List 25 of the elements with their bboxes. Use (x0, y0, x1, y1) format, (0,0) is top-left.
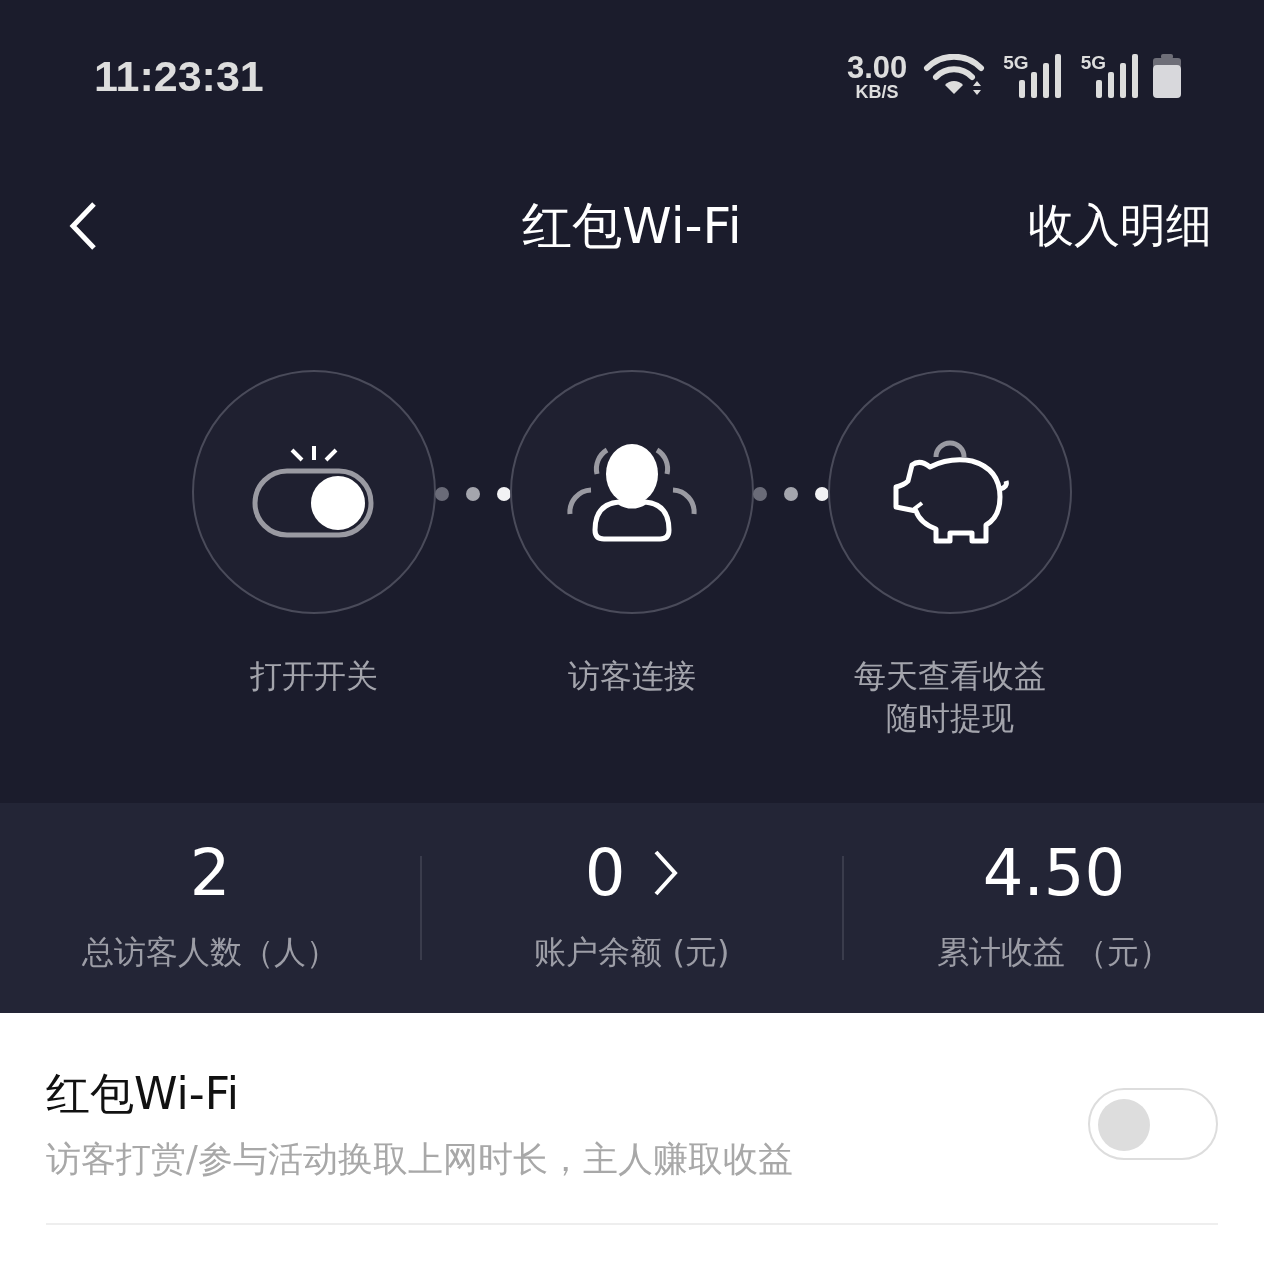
network-type: 5G (1080, 52, 1106, 74)
stat-label: 账户余额 (元) (534, 932, 730, 973)
progress-dots-icon (753, 486, 829, 502)
step-label: 每天查看收益 (854, 656, 1046, 697)
battery-icon (1152, 54, 1182, 98)
stat-value: 0 (584, 841, 626, 905)
chevron-right-icon[interactable] (653, 849, 680, 897)
page-title: 红包Wi-Fi (522, 195, 742, 257)
stat-value: 2 (189, 841, 231, 905)
back-button[interactable] (68, 201, 98, 251)
network-type: 5G (1003, 52, 1029, 74)
step-label: 访客连接 (568, 656, 696, 697)
status-time: 11:23:31 (94, 51, 264, 101)
setting-description: 访客打赏/参与活动换取上网时长，主人赚取收益 (46, 1138, 793, 1181)
step-label: 随时提现 (886, 697, 1014, 739)
stat-value: 4.50 (982, 841, 1126, 905)
step-label: 打开开关 (250, 656, 378, 697)
toggle-switch-icon (252, 444, 376, 540)
income-details-link[interactable]: 收入明细 (1028, 195, 1212, 257)
stat-label: 累计收益 （元） (936, 932, 1172, 973)
stat-label: 总访客人数（人） (82, 932, 338, 973)
network-speed: 3.00 KB/S (846, 51, 908, 101)
person-icon (567, 442, 697, 542)
setting-title: 红包Wi-Fi (46, 1067, 240, 1121)
progress-dots-icon (435, 486, 511, 502)
